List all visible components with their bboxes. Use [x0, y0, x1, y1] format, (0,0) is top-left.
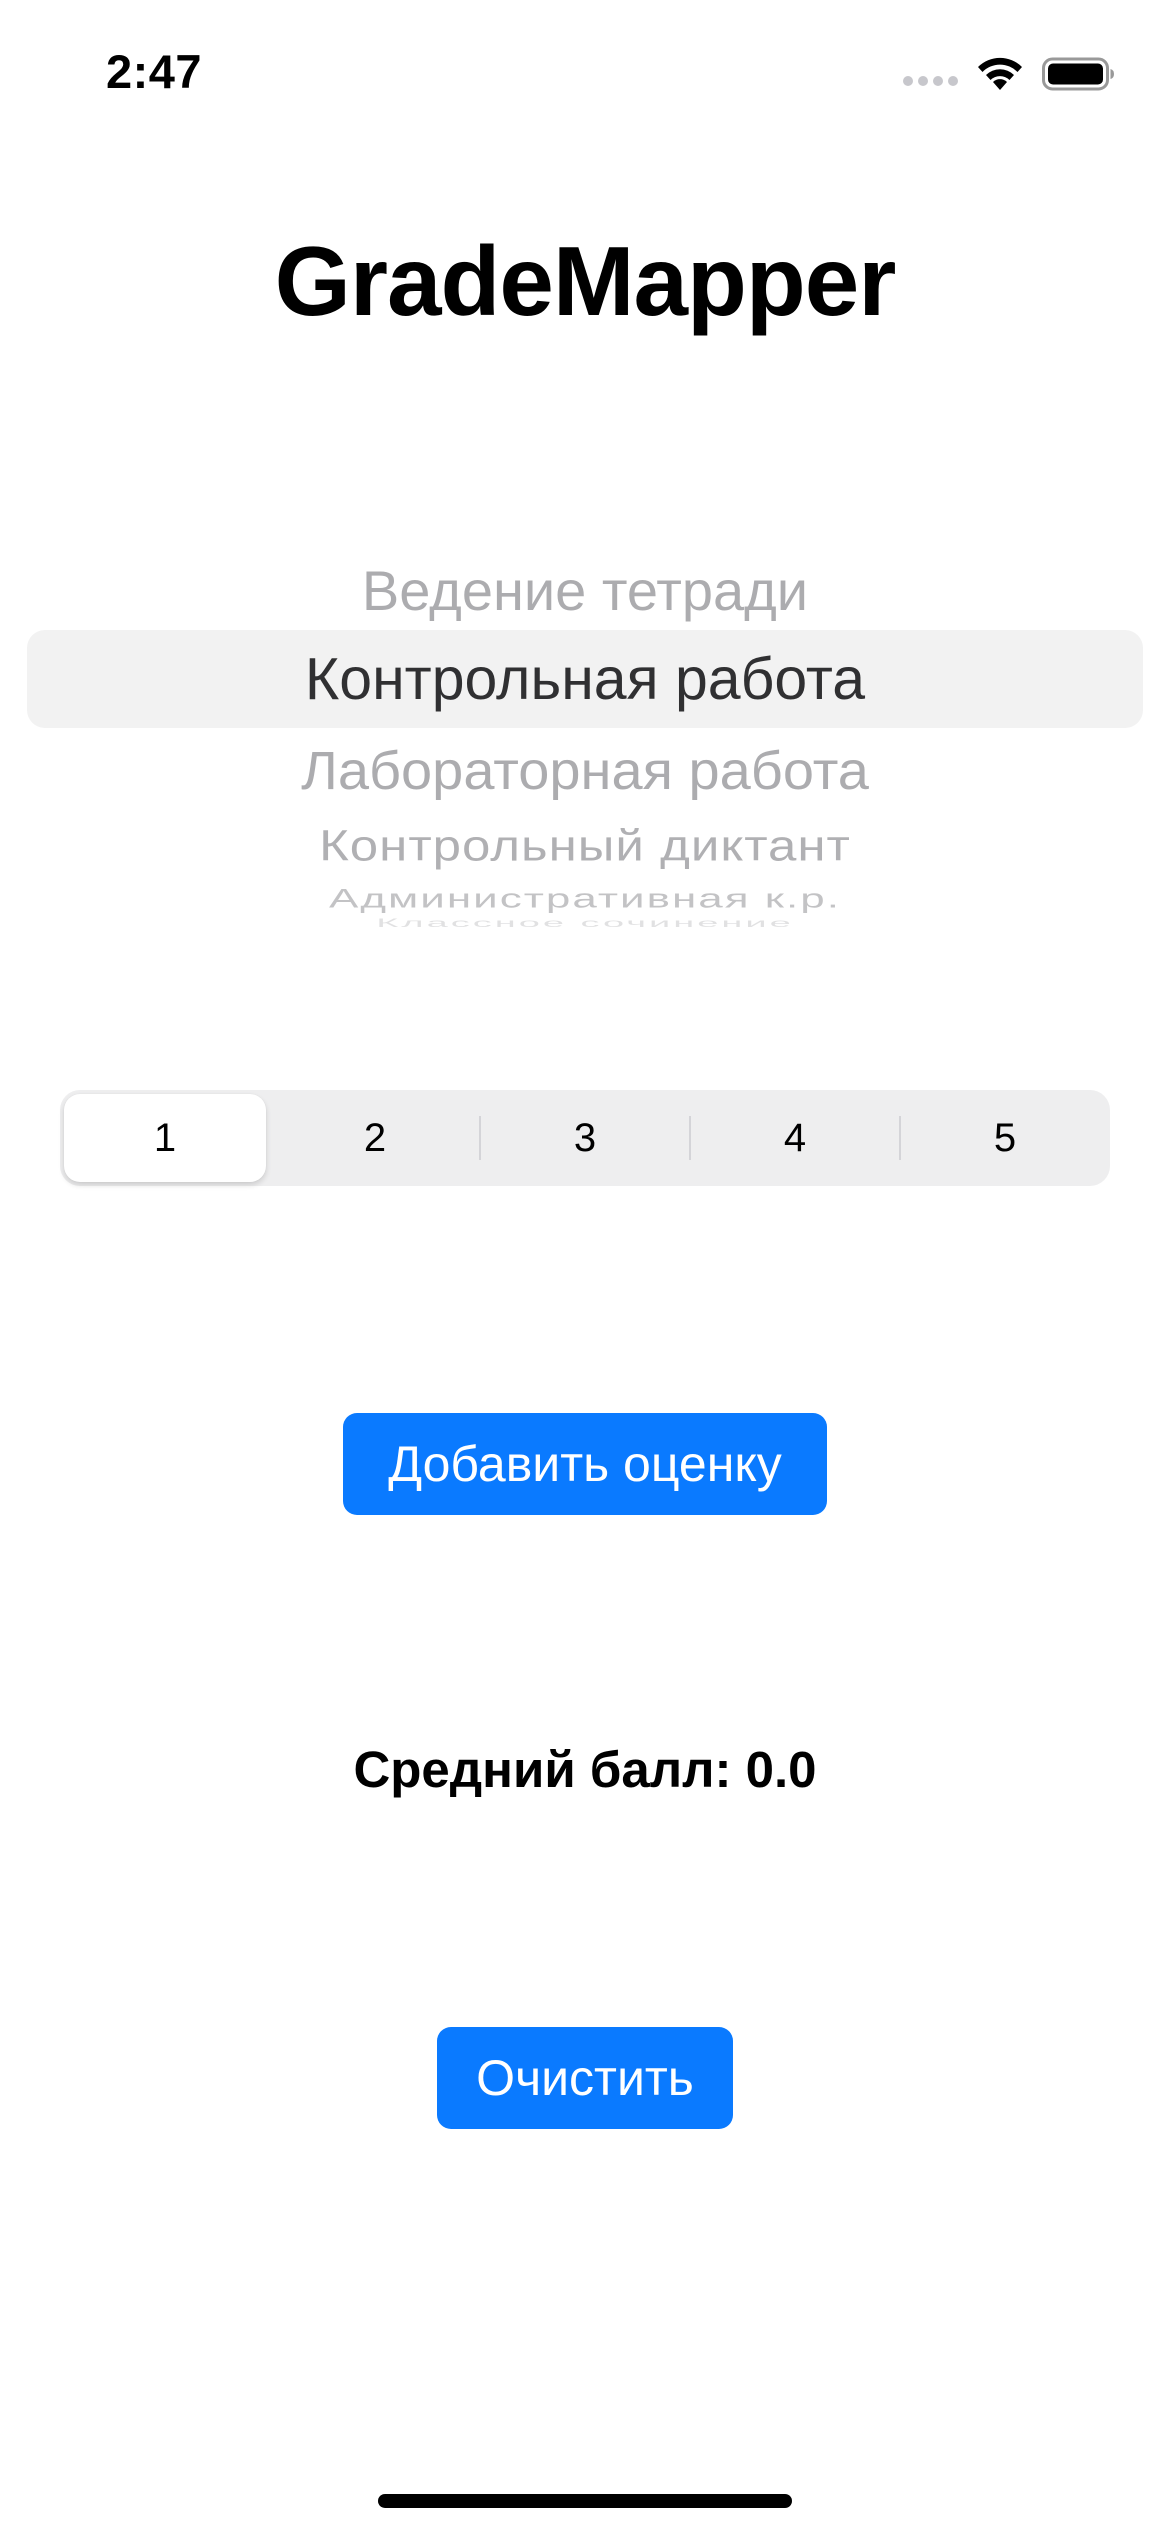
- grade-segment-4[interactable]: 4: [690, 1090, 900, 1186]
- picker-item-selected[interactable]: Контрольная работа: [27, 645, 1143, 713]
- battery-icon: [1042, 57, 1114, 91]
- grade-segment-5[interactable]: 5: [900, 1090, 1110, 1186]
- segment-label: 4: [783, 1115, 807, 1160]
- segment-label: 2: [363, 1115, 387, 1160]
- segment-label: 1: [153, 1115, 177, 1160]
- wifi-icon: [978, 57, 1022, 90]
- average-grade-label: Средний балл: 0.0: [353, 1741, 817, 1798]
- status-time: 2:47: [106, 45, 203, 98]
- segment-divider: [479, 1116, 481, 1160]
- app-title: GradeMapper: [274, 226, 897, 336]
- picker-item[interactable]: Контрольный диктант: [27, 820, 1143, 871]
- clear-button[interactable]: Очистить: [437, 2027, 733, 2129]
- segment-label: 5: [993, 1115, 1017, 1160]
- signal-dots-icon: [903, 76, 958, 86]
- status-icons: [903, 54, 1116, 94]
- grade-segment-1[interactable]: 1: [60, 1090, 270, 1186]
- assessment-type-picker[interactable]: Ведение тетради Контрольная работа Лабор…: [27, 540, 1143, 950]
- status-bar: 2:47: [0, 0, 1170, 150]
- segment-label: 3: [573, 1115, 597, 1160]
- home-indicator[interactable]: [378, 2494, 792, 2508]
- grade-segment-3[interactable]: 3: [480, 1090, 690, 1186]
- add-grade-button[interactable]: Добавить оценку: [343, 1413, 827, 1515]
- segment-divider: [689, 1116, 691, 1160]
- grade-segmented-control[interactable]: 1 2 3 4 5: [60, 1090, 1110, 1186]
- picker-item[interactable]: Административная к.р.: [27, 884, 1143, 915]
- picker-item[interactable]: Лабораторная работа: [27, 739, 1143, 801]
- picker-item[interactable]: Классное сочинение: [27, 917, 1143, 931]
- picker-item[interactable]: Ведение тетради: [27, 558, 1143, 623]
- segment-divider: [899, 1116, 901, 1160]
- grade-segment-2[interactable]: 2: [270, 1090, 480, 1186]
